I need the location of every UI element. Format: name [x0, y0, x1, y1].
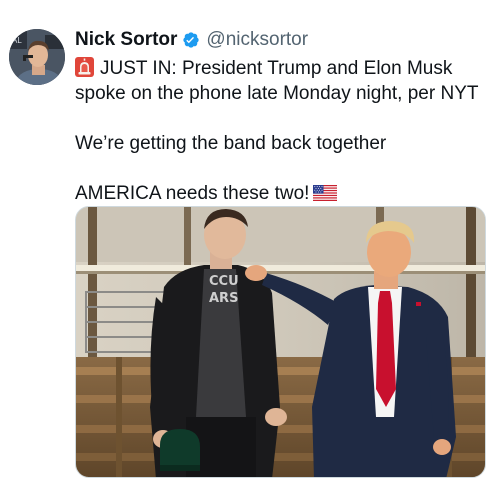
avatar-photo: AL [9, 29, 65, 85]
tweet-line-3-text: AMERICA needs these two! [75, 183, 310, 204]
svg-text:CCU: CCU [209, 274, 239, 289]
author-avatar[interactable]: AL [9, 29, 65, 85]
tweet-text: JUST IN: President Trump and Elon Musk s… [75, 56, 485, 206]
tweet-spacer [75, 106, 485, 131]
svg-text:ARS: ARS [209, 291, 238, 306]
tweet-spacer [75, 156, 485, 181]
author-display-name[interactable]: Nick Sortor [75, 29, 177, 51]
verified-badge-icon [181, 30, 201, 50]
tweet-line-3: AMERICA needs these two! [75, 181, 485, 206]
photo-image: CCU ARS [76, 207, 485, 477]
us-flag-icon [313, 183, 338, 201]
author-handle[interactable]: @nicksortor [206, 29, 308, 51]
svg-text:AL: AL [12, 36, 22, 45]
tweet-line-2: We’re getting the band back together [75, 133, 387, 154]
tweet-line-1-text: JUST IN: President Trump and Elon Musk s… [75, 58, 479, 104]
siren-icon [75, 57, 94, 77]
tweet-line-1: JUST IN: President Trump and Elon Musk s… [75, 56, 485, 106]
tweet-photo[interactable]: CCU ARS [75, 206, 486, 478]
tweet[interactable]: AL Nick Sortor @nicksortor JUST IN: Pres… [0, 0, 496, 500]
tweet-header: Nick Sortor @nicksortor [75, 28, 308, 52]
